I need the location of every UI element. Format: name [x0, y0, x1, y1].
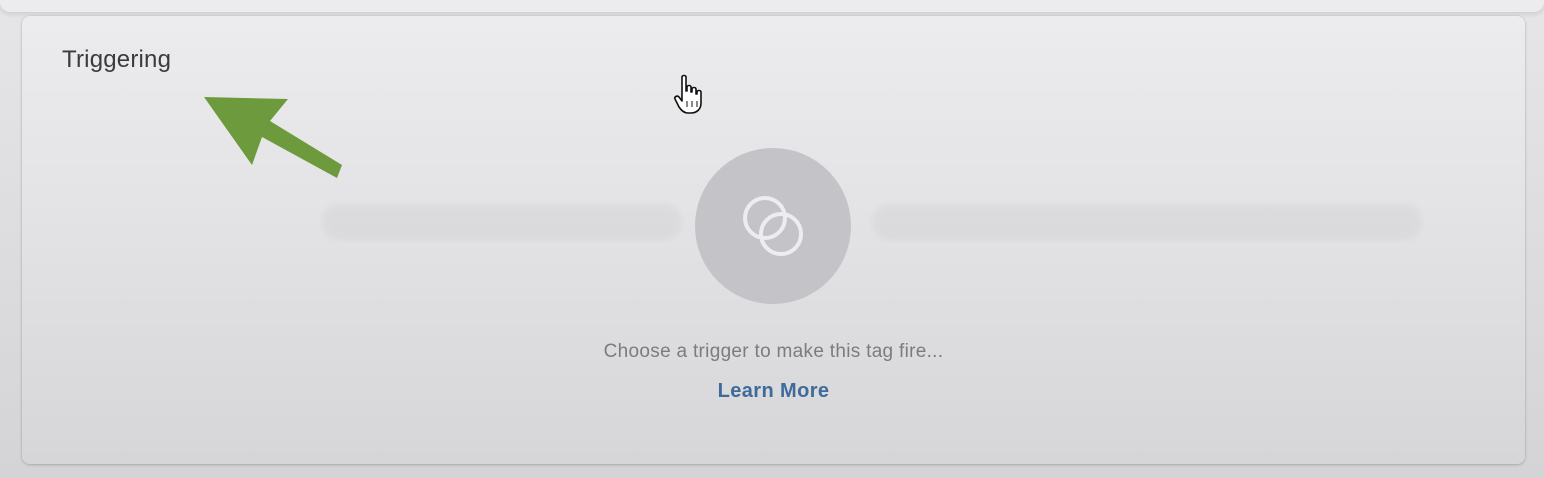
learn-more-link[interactable]: Learn More — [22, 380, 1525, 403]
triggering-card[interactable]: Triggering Choose a trigger to make this… — [22, 16, 1525, 464]
arrow-annotation-icon — [204, 97, 342, 178]
trigger-hint-text: Choose a trigger to make this tag fire..… — [603, 341, 944, 362]
trigger-overlap-circles-icon — [743, 196, 803, 256]
card-title: Triggering — [62, 46, 172, 73]
hand-pointer-cursor-icon — [674, 74, 702, 114]
screen: Triggering Choose a trigger to make this… — [0, 0, 1544, 478]
trigger-placeholder[interactable] — [695, 148, 851, 304]
previous-card-edge — [0, 0, 1544, 12]
